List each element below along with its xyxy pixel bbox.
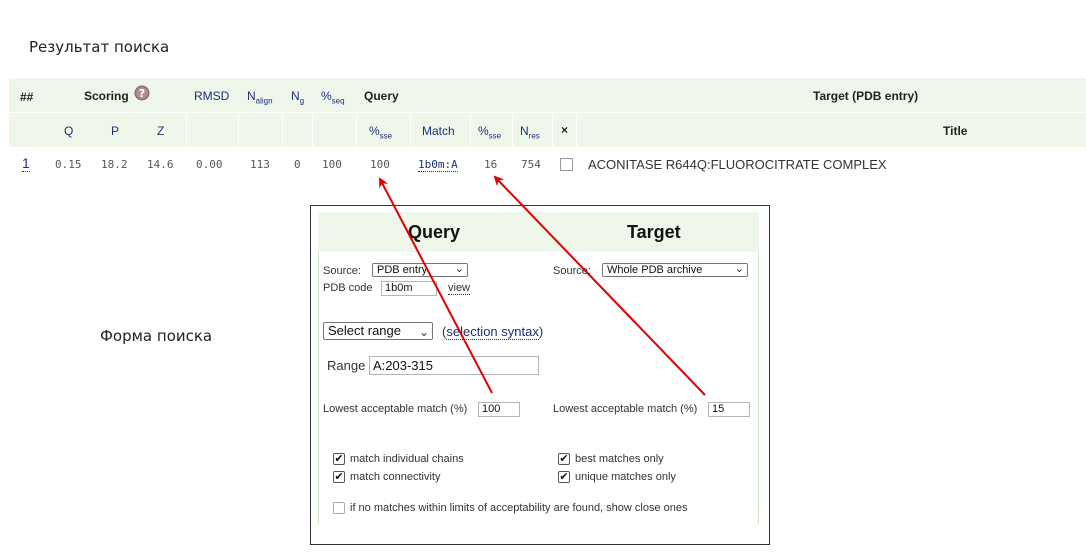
annotation-arrows [379, 175, 706, 396]
arrow-query-psse [379, 177, 493, 394]
arrow-target-psse [493, 175, 706, 396]
